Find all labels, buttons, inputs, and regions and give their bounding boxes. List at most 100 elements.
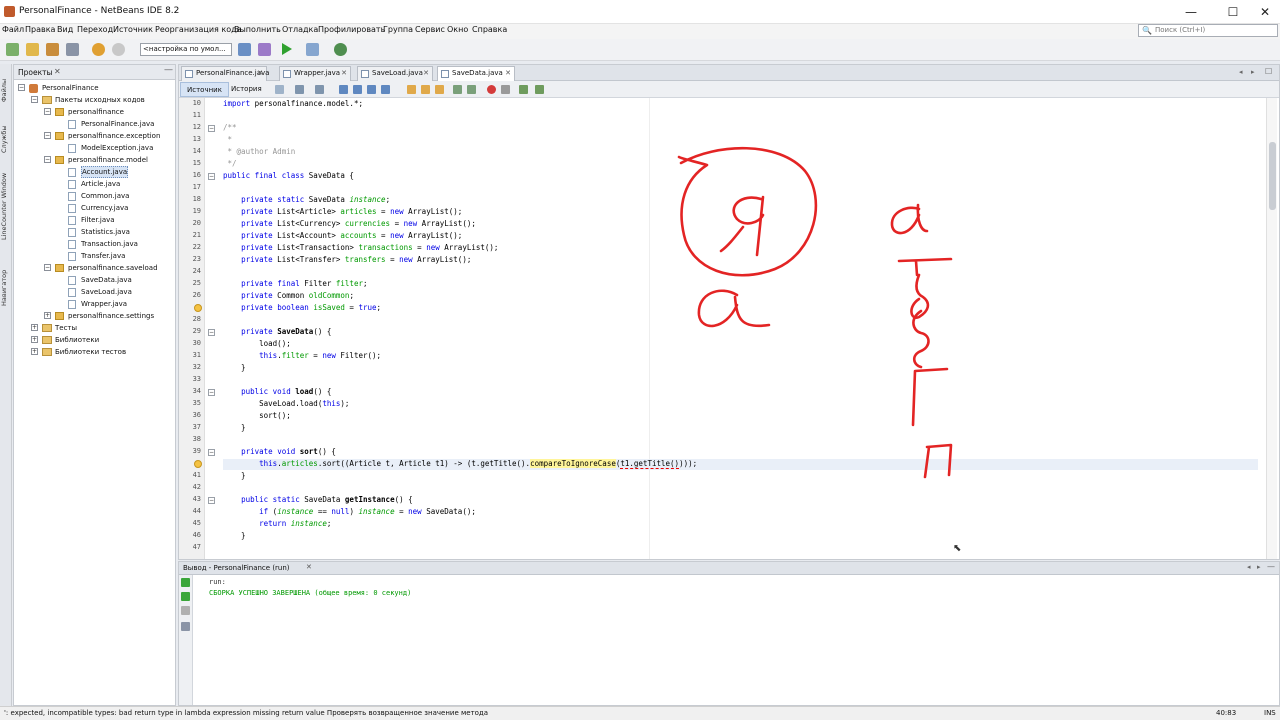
- code-line[interactable]: public void load() {: [223, 387, 331, 396]
- source-tab[interactable]: Источник: [180, 82, 229, 97]
- expand-toggle-icon[interactable]: +: [31, 324, 38, 331]
- open-project-icon[interactable]: [46, 43, 59, 56]
- code-line[interactable]: return instance;: [223, 519, 331, 528]
- code-fold-icon[interactable]: −: [208, 125, 215, 132]
- scroll-tabs-right-icon[interactable]: ▸: [1251, 68, 1255, 76]
- tree-node[interactable]: PersonalFinance.java: [14, 118, 175, 130]
- back-icon[interactable]: [295, 85, 304, 94]
- code-line[interactable]: private List<Account> accounts = new Arr…: [223, 231, 462, 240]
- code-line[interactable]: if (instance == null) instance = new Sav…: [223, 507, 476, 516]
- menu-run[interactable]: Выполнить: [234, 25, 281, 34]
- forward-icon[interactable]: [315, 85, 324, 94]
- code-line[interactable]: }: [223, 423, 246, 432]
- tree-node[interactable]: Article.java: [14, 178, 175, 190]
- close-panel-icon[interactable]: ✕: [54, 67, 61, 76]
- undo-icon[interactable]: [92, 43, 105, 56]
- build-icon[interactable]: [238, 43, 251, 56]
- code-line[interactable]: /**: [223, 123, 237, 132]
- redo-icon[interactable]: [112, 43, 125, 56]
- history-tab[interactable]: История: [225, 82, 268, 97]
- tree-node[interactable]: Wrapper.java: [14, 298, 175, 310]
- tree-node[interactable]: Transfer.java: [14, 250, 175, 262]
- navigator-window-tab[interactable]: Навигатор: [0, 264, 12, 312]
- code-fold-icon[interactable]: −: [208, 389, 215, 396]
- code-line[interactable]: this.filter = new Filter();: [223, 351, 381, 360]
- tree-node[interactable]: Common.java: [14, 190, 175, 202]
- save-all-icon[interactable]: [66, 43, 79, 56]
- menu-file[interactable]: Файл: [2, 25, 24, 34]
- tree-node[interactable]: − personalfinance.exception: [14, 130, 175, 142]
- files-window-tab[interactable]: Файлы: [0, 72, 12, 108]
- quick-search-input[interactable]: Поиск (Ctrl+I): [1138, 24, 1278, 37]
- expand-toggle-icon[interactable]: +: [44, 312, 51, 319]
- new-file-icon[interactable]: [6, 43, 19, 56]
- code-line[interactable]: }: [223, 363, 246, 372]
- code-fold-icon[interactable]: −: [208, 173, 215, 180]
- code-line[interactable]: }: [223, 531, 246, 540]
- uncomment-icon[interactable]: [535, 85, 544, 94]
- code-line[interactable]: private List<Transfer> transfers = new A…: [223, 255, 471, 264]
- shift-left-icon[interactable]: [453, 85, 462, 94]
- code-line[interactable]: SaveLoad.load(this);: [223, 399, 349, 408]
- close-tab-icon[interactable]: ✕: [341, 67, 347, 80]
- close-button[interactable]: ✕: [1250, 3, 1280, 21]
- configuration-select[interactable]: <настройка по умол...: [140, 43, 232, 56]
- code-line[interactable]: sort();: [223, 411, 291, 420]
- start-macro-icon[interactable]: [487, 85, 496, 94]
- code-line[interactable]: *: [223, 135, 233, 144]
- profile-icon[interactable]: [334, 43, 347, 56]
- tab-personalfinance-java[interactable]: PersonalFinance.java ✕: [181, 66, 269, 81]
- tree-node[interactable]: Transaction.java: [14, 238, 175, 250]
- tab-saveload-java[interactable]: SaveLoad.java ✕: [357, 66, 433, 81]
- toggle-bookmark-icon[interactable]: [435, 85, 444, 94]
- run-icon[interactable]: [282, 43, 292, 55]
- code-fold-icon[interactable]: −: [208, 449, 215, 456]
- expand-toggle-icon[interactable]: −: [44, 156, 51, 163]
- tree-node[interactable]: − personalfinance.model: [14, 154, 175, 166]
- prev-bookmark-icon[interactable]: [407, 85, 416, 94]
- code-fold-icon[interactable]: −: [208, 329, 215, 336]
- minimize-button[interactable]: —: [1176, 3, 1206, 21]
- stop-macro-icon[interactable]: [501, 85, 510, 94]
- menu-team[interactable]: Группа: [383, 25, 413, 34]
- tree-node[interactable]: − personalfinance: [14, 106, 175, 118]
- tree-node[interactable]: + Библиотеки: [14, 334, 175, 346]
- output-prev-icon[interactable]: ◂: [1247, 563, 1251, 571]
- vertical-scrollbar[interactable]: [1266, 98, 1277, 559]
- scroll-tabs-left-icon[interactable]: ◂: [1239, 68, 1243, 76]
- find-icon[interactable]: [339, 85, 348, 94]
- maximize-editor-icon[interactable]: ☐: [1265, 67, 1272, 76]
- tree-node[interactable]: + personalfinance.settings: [14, 310, 175, 322]
- output-title[interactable]: Вывод - PersonalFinance (run): [183, 564, 290, 572]
- expand-toggle-icon[interactable]: +: [31, 336, 38, 343]
- code-line[interactable]: private boolean isSaved = true;: [223, 303, 381, 312]
- tab-wrapper-java[interactable]: Wrapper.java ✕: [279, 66, 351, 81]
- minimize-output-icon[interactable]: —: [1267, 562, 1275, 571]
- menu-view[interactable]: Вид: [57, 25, 73, 34]
- code-line[interactable]: private Common oldCommon;: [223, 291, 354, 300]
- code-line[interactable]: private final Filter filter;: [223, 279, 367, 288]
- code-line[interactable]: * @author Admin: [223, 147, 296, 156]
- code-line[interactable]: private List<Article> articles = new Arr…: [223, 207, 462, 216]
- code-line[interactable]: private List<Transaction> transactions =…: [223, 243, 498, 252]
- find-prev-icon[interactable]: [353, 85, 362, 94]
- services-window-tab[interactable]: Службы: [0, 120, 12, 158]
- tree-node[interactable]: Currency.java: [14, 202, 175, 214]
- code-line[interactable]: private List<Currency> currencies = new …: [223, 219, 476, 228]
- shift-right-icon[interactable]: [467, 85, 476, 94]
- tree-node[interactable]: Filter.java: [14, 214, 175, 226]
- code-line[interactable]: load();: [223, 339, 291, 348]
- tree-node[interactable]: + Библиотеки тестов: [14, 346, 175, 358]
- expand-toggle-icon[interactable]: −: [44, 264, 51, 271]
- expand-toggle-icon[interactable]: −: [44, 132, 51, 139]
- menu-window[interactable]: Окно: [447, 25, 468, 34]
- debug-icon[interactable]: [306, 43, 319, 56]
- tree-node[interactable]: − personalfinance.saveload: [14, 262, 175, 274]
- close-tab-icon[interactable]: ✕: [257, 67, 263, 80]
- rerun-with-params-icon[interactable]: [181, 592, 190, 601]
- linecounter-window-tab[interactable]: LineCounter Window: [0, 168, 12, 244]
- scrollbar-thumb[interactable]: [1269, 142, 1276, 210]
- expand-toggle-icon[interactable]: +: [31, 348, 38, 355]
- close-tab-icon[interactable]: ✕: [423, 67, 429, 80]
- find-next-icon[interactable]: [367, 85, 376, 94]
